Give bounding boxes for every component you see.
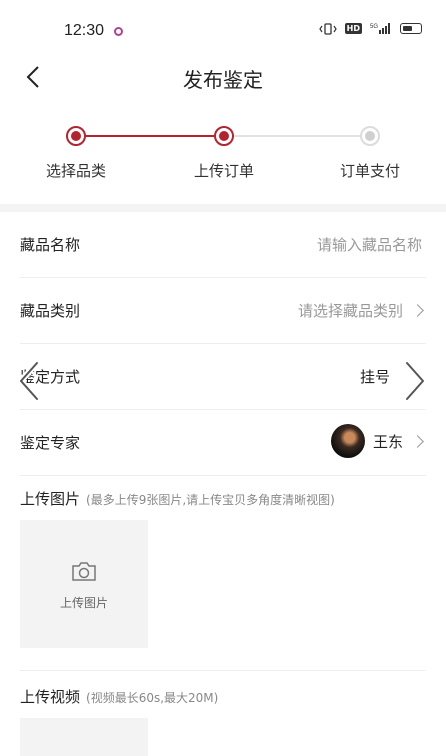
upload-images-hint: (最多上传9张图片,请上传宝贝多角度清晰视图) (86, 493, 335, 507)
collection-name-label: 藏品名称 (20, 236, 81, 254)
section-divider (20, 670, 426, 671)
carousel-prev-button[interactable] (12, 358, 48, 404)
step-node-2 (214, 126, 234, 146)
collection-category-label: 藏品类别 (20, 302, 81, 320)
chevron-right-icon (404, 360, 426, 402)
hd-badge: HD (344, 23, 362, 34)
carousel-next-button[interactable] (396, 358, 432, 404)
signal-icon: 5G (370, 22, 392, 35)
status-icons: HD 5G (318, 22, 422, 35)
collection-name-input[interactable]: 请输入藏品名称 (317, 234, 422, 255)
collection-category-placeholder: 请选择藏品类别 (297, 302, 403, 320)
step-node-3 (360, 126, 380, 146)
appraisal-expert-row[interactable]: 鉴定专家 王东 (20, 410, 426, 476)
step-label-1: 选择品类 (45, 162, 106, 180)
page-title: 发布鉴定 (183, 68, 263, 92)
section-separator (0, 204, 446, 212)
svg-text:5G: 5G (370, 24, 378, 30)
collection-category-row[interactable]: 藏品类别 请选择藏品类别 (20, 278, 426, 344)
notification-dot-icon (114, 27, 123, 36)
expert-avatar (330, 424, 365, 458)
upload-video-title: 上传视频 (20, 688, 81, 706)
camera-icon (72, 562, 96, 581)
upload-image-label: 上传图片 (59, 596, 108, 610)
status-time: 12:30 (64, 22, 105, 39)
step-node-1 (66, 126, 86, 146)
battery-icon (400, 23, 422, 34)
appraisal-expert-label: 鉴定专家 (20, 434, 81, 452)
step-label-3: 订单支付 (339, 162, 400, 180)
appraisal-method-value[interactable]: 挂号 (360, 366, 390, 387)
upload-images-heading: 上传图片 (最多上传9张图片,请上传宝贝多角度清晰视图) (20, 488, 335, 509)
upload-video-heading: 上传视频 (视频最长60s,最大20M) (20, 686, 218, 707)
appraisal-method-row[interactable]: 鉴定方式 挂号 (20, 344, 426, 410)
step-line-pending (224, 135, 370, 137)
step-line-done (76, 135, 224, 137)
status-bar: 12:30 HD 5G (0, 0, 446, 58)
upload-image-button[interactable]: 上传图片 (20, 520, 148, 648)
vibrate-icon (318, 22, 337, 35)
collection-name-row[interactable]: 藏品名称 请输入藏品名称 (20, 212, 426, 278)
nav-bar: 发布鉴定 (0, 58, 446, 98)
chevron-right-icon (411, 434, 424, 448)
appraisal-expert-select[interactable]: 王东 (330, 424, 424, 458)
upload-images-title: 上传图片 (20, 490, 81, 508)
step-label-2: 上传订单 (193, 162, 254, 180)
expert-name: 王东 (372, 432, 403, 451)
upload-video-hint: (视频最长60s,最大20M) (86, 691, 219, 705)
chevron-right-icon (411, 304, 424, 317)
upload-video-button[interactable] (20, 718, 148, 756)
chevron-left-icon (18, 360, 40, 402)
upload-image-content: 上传图片 (20, 560, 148, 611)
step-progress: 选择品类 上传订单 订单支付 (0, 118, 446, 198)
collection-category-select[interactable]: 请选择藏品类别 (297, 300, 424, 321)
